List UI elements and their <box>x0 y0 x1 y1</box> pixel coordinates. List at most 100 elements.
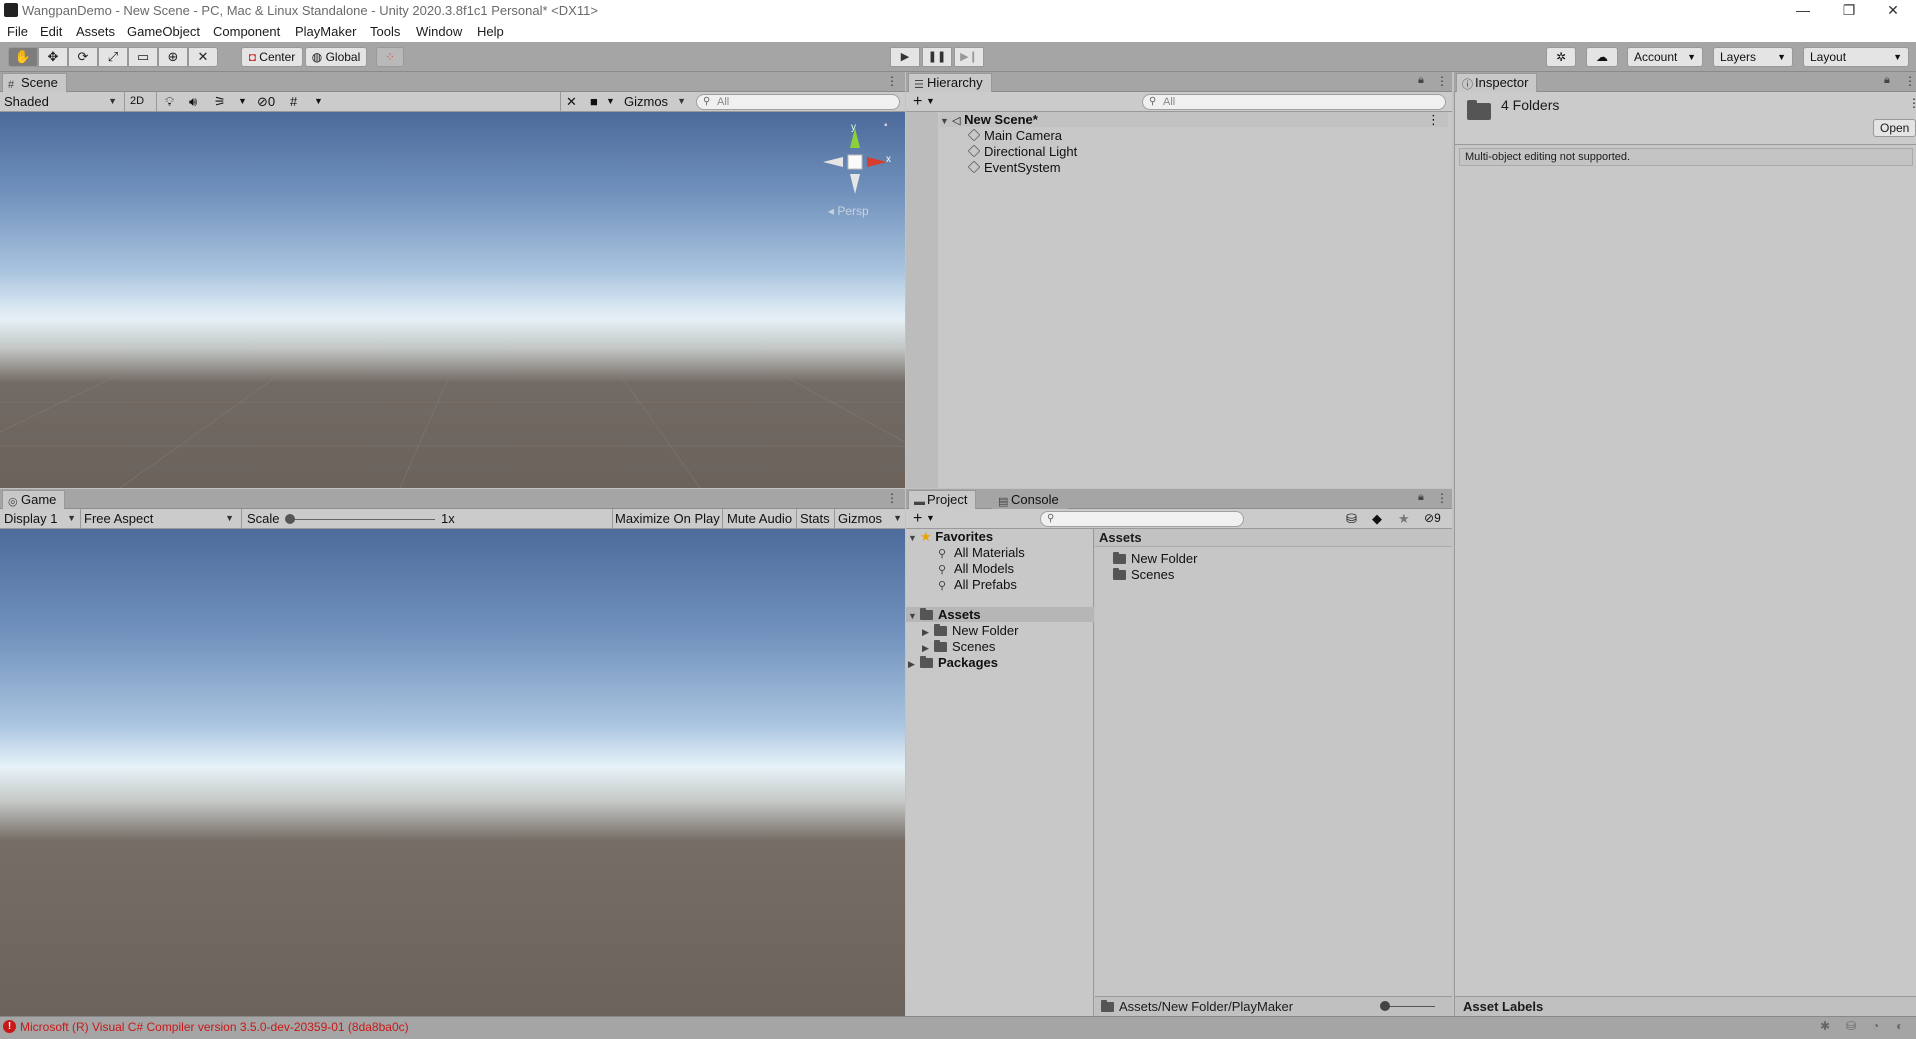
menu-edit[interactable]: Edit <box>40 24 62 39</box>
chevron-down-icon[interactable]: ▼ <box>926 93 935 111</box>
hand-tool-icon[interactable]: ✋ <box>8 47 38 67</box>
list-item[interactable]: ⚲ All Materials <box>938 545 1025 560</box>
search-by-label-icon[interactable]: ◆ <box>1372 510 1382 528</box>
create-add-icon[interactable]: + <box>913 510 922 528</box>
tab-inspector[interactable]: ⓘ Inspector <box>1456 73 1538 92</box>
game-gizmos-dropdown[interactable]: Gizmos ▼ <box>838 510 904 528</box>
menu-playmaker[interactable]: PlayMaker <box>295 24 356 39</box>
search-by-type-icon[interactable]: ⛁ <box>1346 510 1357 528</box>
tab-hierarchy[interactable]: ☰ Hierarchy <box>908 73 992 92</box>
favorite-star-icon[interactable]: ★ <box>1398 510 1410 528</box>
icon-size-slider-track[interactable] <box>1383 1006 1435 1007</box>
effects-icon[interactable]: ⚞ <box>214 93 226 111</box>
packages-row[interactable]: ▶ Packages <box>908 655 998 670</box>
gizmos-dropdown[interactable]: Gizmos ▼ <box>624 93 688 111</box>
persp-label[interactable]: ◂ Persp <box>828 204 869 218</box>
project-menu-icon[interactable]: ⋮ <box>1436 491 1448 505</box>
inspector-options-icon[interactable]: ⋮ <box>1908 96 1916 110</box>
step-icon[interactable]: ▶❙ <box>954 47 984 67</box>
hierarchy-menu-icon[interactable]: ⋮ <box>1436 74 1448 88</box>
hierarchy-search-input[interactable]: ⚲ All <box>1142 94 1446 110</box>
auto-generate-lighting-icon[interactable]: ◐ <box>1896 1019 1903 1033</box>
pause-icon[interactable]: ❚❚ <box>922 47 952 67</box>
console-error-message[interactable]: Microsoft (R) Visual C# Compiler version… <box>20 1020 409 1034</box>
list-item[interactable]: Main Camera <box>967 128 1062 143</box>
aspect-dropdown[interactable]: Free Aspect ▼ <box>84 510 236 528</box>
layout-dropdown[interactable]: Layout ▼ <box>1803 47 1909 67</box>
layers-dropdown[interactable]: Layers ▼ <box>1713 47 1793 67</box>
chevron-down-icon[interactable]: ▼ <box>926 510 935 528</box>
list-item[interactable]: New Folder <box>1113 551 1197 566</box>
tools-icon[interactable]: ✕ <box>566 93 577 111</box>
mute-audio-toggle[interactable]: Mute Audio <box>727 510 792 528</box>
transform-tool-icon[interactable]: ⊕ <box>158 47 188 67</box>
menu-help[interactable]: Help <box>477 24 504 39</box>
list-item[interactable]: Directional Light <box>967 144 1077 159</box>
display-dropdown[interactable]: Display 1 ▼ <box>4 510 78 528</box>
game-viewport[interactable] <box>0 529 905 1016</box>
expand-arrow-icon[interactable]: ▶ <box>922 643 934 654</box>
list-item[interactable]: ▶ New Folder <box>922 623 1018 638</box>
lock-icon[interactable]: ▪ <box>884 120 888 131</box>
cache-server-icon[interactable]: ⛁ <box>1846 1019 1856 1033</box>
inspector-menu-icon[interactable]: ⋮ <box>1904 74 1916 88</box>
scale-slider-track[interactable] <box>289 519 435 520</box>
menu-file[interactable]: File <box>7 24 28 39</box>
restore-button[interactable]: ❐ <box>1826 0 1872 21</box>
collab-icon[interactable]: ✲ <box>1546 47 1576 67</box>
2d-toggle[interactable]: 2D <box>130 93 144 111</box>
lock-icon[interactable]: 🔒︎ <box>1418 491 1424 504</box>
rect-tool-icon[interactable]: ▭ <box>128 47 158 67</box>
scene-menu-icon[interactable]: ⋮ <box>886 74 898 88</box>
camera-icon[interactable]: ■ <box>590 93 598 111</box>
pivot-center-button[interactable]: ◘ Center <box>241 47 303 67</box>
menu-assets[interactable]: Assets <box>76 24 115 39</box>
scene-root-row[interactable]: ▼ ◁ New Scene* ⋮ <box>940 112 1448 127</box>
space-global-button[interactable]: ◍ Global <box>305 47 367 67</box>
custom-tool-icon[interactable]: ✕ <box>188 47 218 67</box>
scale-tool-icon[interactable]: ⤢ <box>98 47 128 67</box>
scene-options-icon[interactable]: ⋮ <box>1427 112 1440 128</box>
chevron-down-icon[interactable]: ▼ <box>314 93 323 111</box>
tab-scene[interactable]: # Scene <box>2 73 67 92</box>
game-menu-icon[interactable]: ⋮ <box>886 491 898 505</box>
shading-mode-dropdown[interactable]: Shaded ▼ <box>4 93 119 111</box>
close-button[interactable]: ✕ <box>1870 0 1916 21</box>
expand-arrow-icon[interactable]: ▼ <box>940 116 952 126</box>
open-button[interactable]: Open <box>1873 119 1916 137</box>
scale-slider-thumb[interactable] <box>285 514 295 524</box>
maximize-on-play-toggle[interactable]: Maximize On Play <box>615 510 720 528</box>
list-item[interactable]: ⚲ All Prefabs <box>938 577 1017 592</box>
assets-root-row[interactable]: ▼ Assets <box>906 607 1094 622</box>
snap-grid-icon[interactable]: ⁘ <box>376 47 404 67</box>
play-icon[interactable]: ▶ <box>890 47 920 67</box>
tab-console[interactable]: ▤ Console <box>992 490 1068 509</box>
favorites-row[interactable]: ▼ ★ Favorites <box>908 529 993 545</box>
project-search-input[interactable]: ⚲ <box>1040 511 1244 527</box>
chevron-down-icon[interactable]: ▼ <box>238 93 247 111</box>
list-item[interactable]: ⚲ All Models <box>938 561 1014 576</box>
expand-arrow-icon[interactable]: ▶ <box>908 659 920 670</box>
stats-toggle[interactable]: Stats <box>800 510 830 528</box>
hidden-objects-toggle[interactable]: ⊘0 <box>257 93 275 111</box>
account-dropdown[interactable]: Account ▼ <box>1627 47 1703 67</box>
lock-icon[interactable]: 🔒︎ <box>1418 74 1424 87</box>
menu-tools[interactable]: Tools <box>370 24 400 39</box>
chevron-down-icon[interactable]: ▼ <box>606 93 615 111</box>
hidden-packages-toggle[interactable]: ⊘9 <box>1424 510 1441 528</box>
menu-gameobject[interactable]: GameObject <box>127 24 200 39</box>
move-tool-icon[interactable]: ✥ <box>38 47 68 67</box>
expand-arrow-icon[interactable]: ▶ <box>922 627 934 638</box>
minimize-button[interactable]: — <box>1780 0 1826 21</box>
expand-arrow-icon[interactable]: ▼ <box>908 611 920 621</box>
scene-viewport[interactable]: y x ▪ ◂ Persp <box>0 112 905 488</box>
list-item[interactable]: Scenes <box>1113 567 1174 582</box>
grid-toggle-icon[interactable]: # <box>290 93 297 111</box>
rotate-tool-icon[interactable]: ⟳ <box>68 47 98 67</box>
bug-icon[interactable]: ✱ <box>1820 1019 1830 1033</box>
menu-window[interactable]: Window <box>416 24 462 39</box>
scene-search-input[interactable]: ⚲ All <box>696 94 900 110</box>
expand-arrow-icon[interactable]: ▼ <box>908 533 920 543</box>
tab-game[interactable]: ◎ Game <box>2 490 66 509</box>
progress-icon[interactable]: ◔ <box>1872 1019 1879 1033</box>
